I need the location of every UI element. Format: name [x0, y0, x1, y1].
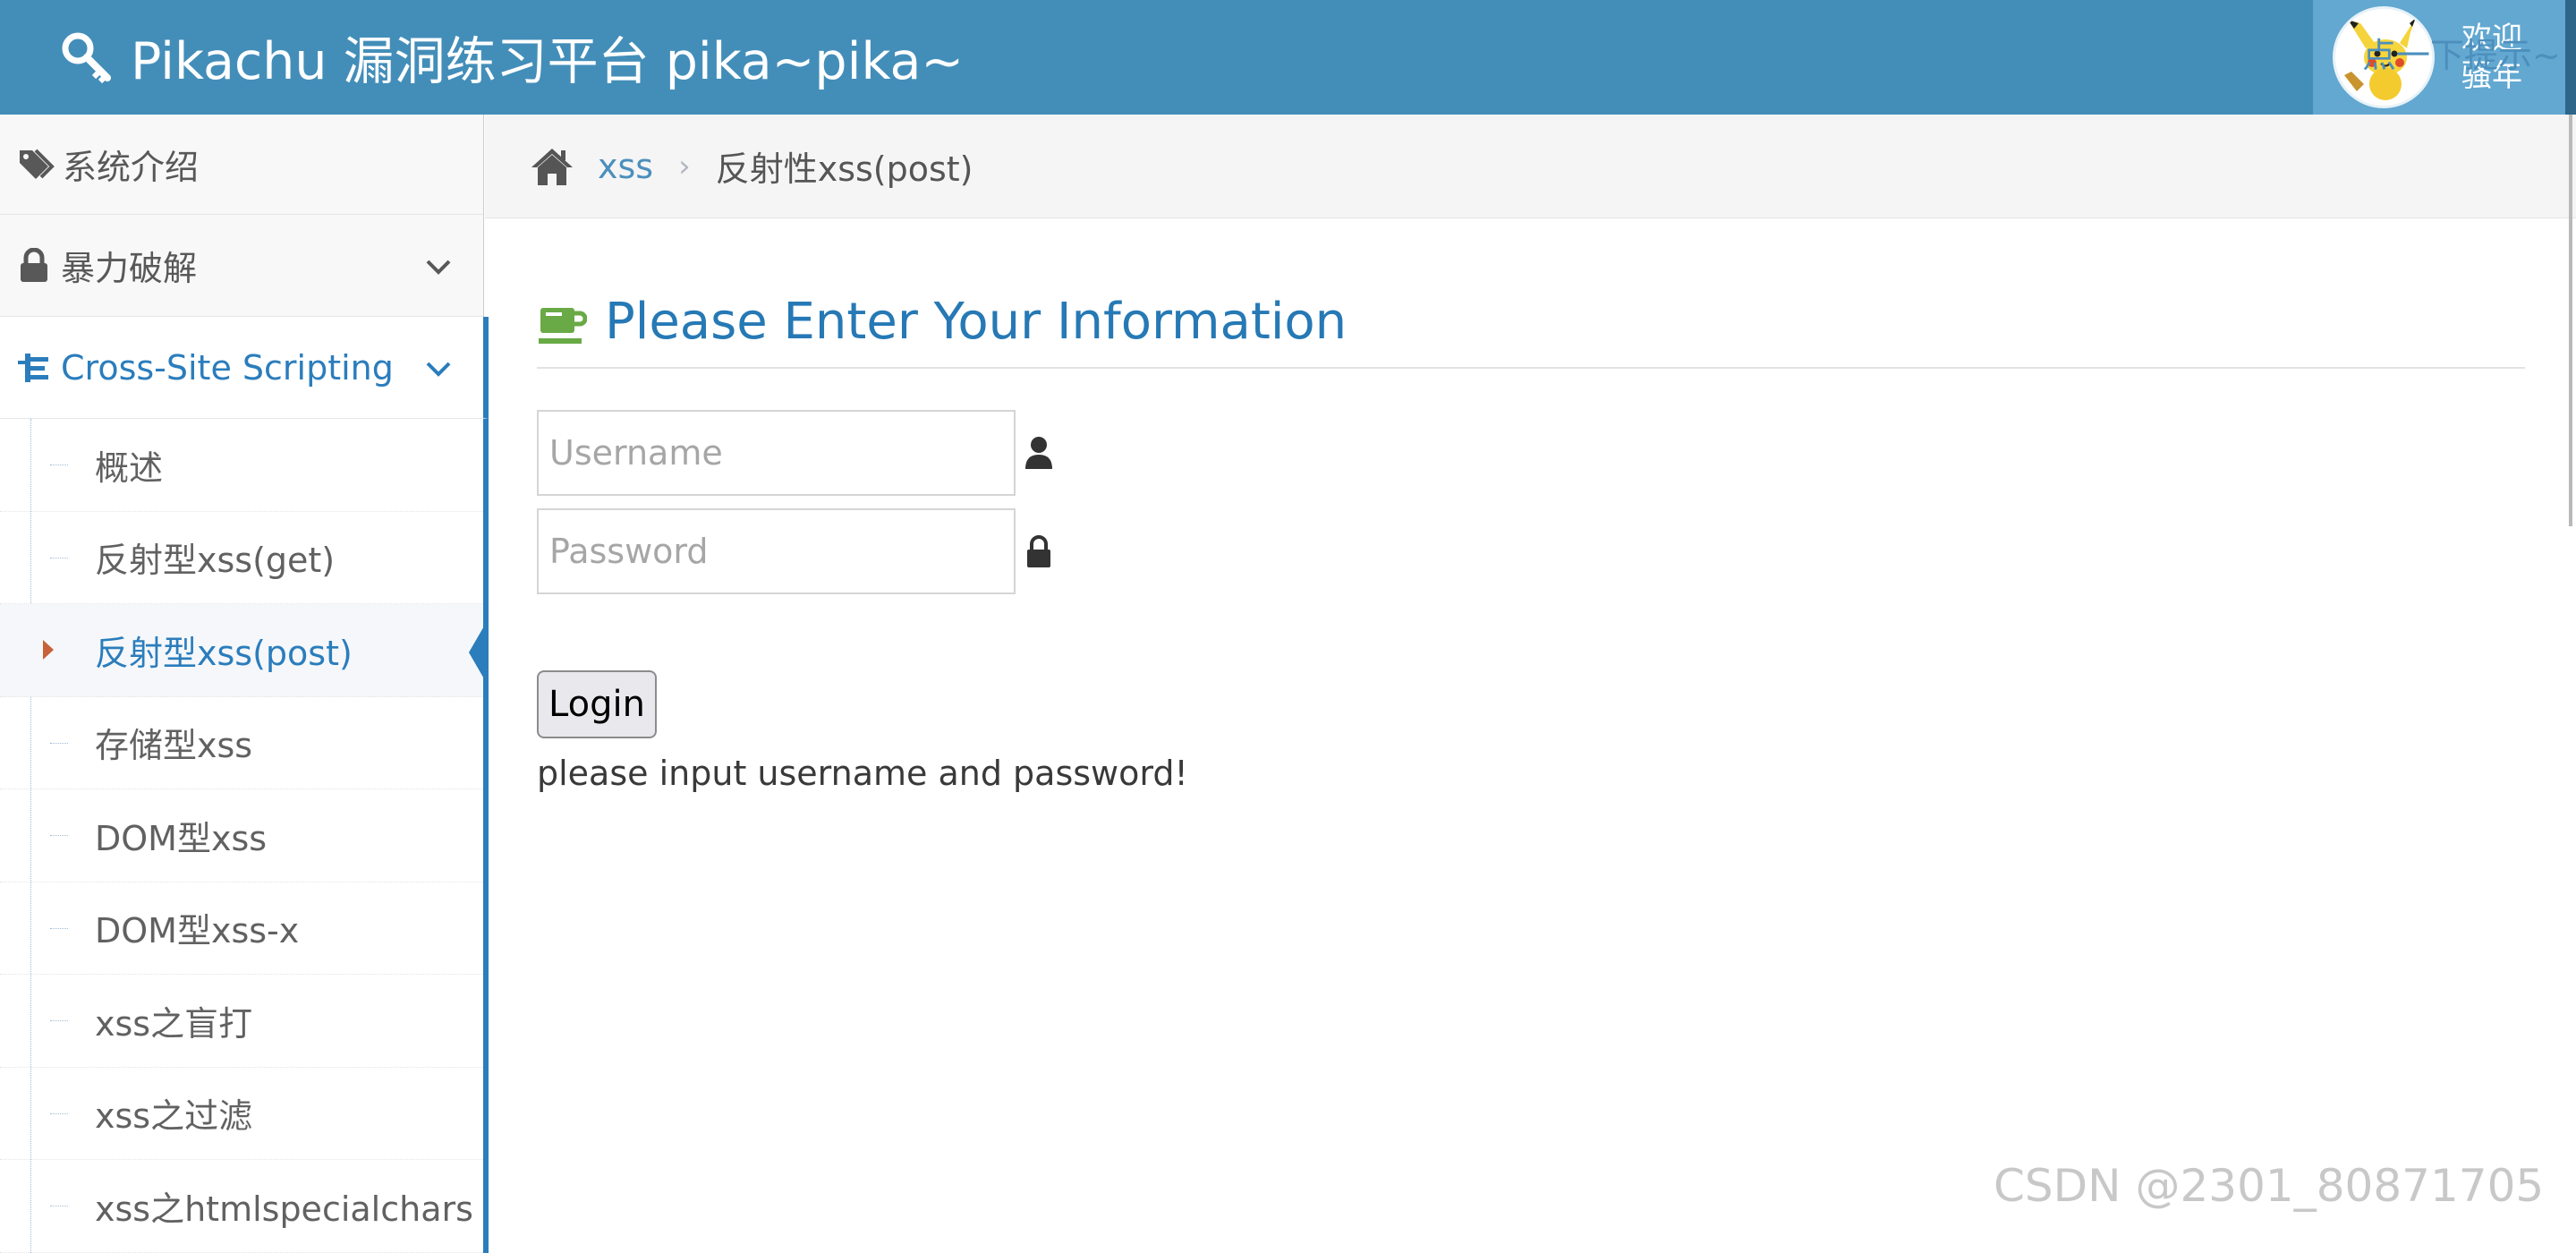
brand[interactable]: Pikachu 漏洞练习平台 pika~pika~	[61, 0, 964, 115]
password-input[interactable]	[537, 508, 1016, 594]
watermark: CSDN @2301_80871705	[1994, 1160, 2545, 1212]
submenu-item-dom-x[interactable]: DOM型xss-x	[0, 882, 483, 975]
page-title: Please Enter Your Information	[605, 293, 1348, 351]
home-icon[interactable]	[530, 146, 574, 187]
active-pointer	[469, 618, 489, 686]
submenu-item-label: xss之过滤	[95, 1096, 253, 1137]
navbar-edge	[2565, 0, 2576, 115]
key-icon	[61, 31, 113, 83]
submenu-item-label: DOM型xss	[95, 818, 268, 858]
breadcrumb-current: 反射性xss(post)	[715, 149, 973, 189]
sitemap-icon	[16, 350, 52, 386]
submenu-item-reflected-get[interactable]: 反射型xss(get)	[0, 512, 483, 604]
lock-icon	[1025, 533, 1056, 569]
submenu-item-label: 反射型xss(post)	[95, 633, 353, 673]
submenu-item-filter[interactable]: xss之过滤	[0, 1068, 483, 1160]
sidebar-group-label: Cross-Site Scripting	[61, 347, 394, 388]
submenu-item-label: xss之盲打	[95, 1003, 253, 1044]
sidebar: 系统介绍 暴力破解 Cross-Site Scripting 概述 反射型xss…	[0, 115, 489, 1253]
breadcrumb-link-xss[interactable]: xss	[598, 147, 653, 186]
chevron-down-icon	[422, 353, 455, 385]
brand-title: Pikachu 漏洞练习平台 pika~pika~	[131, 32, 965, 91]
sidebar-group-label: 暴力破解	[61, 249, 198, 288]
sidebar-item-intro[interactable]: 系统介绍	[0, 115, 483, 215]
submenu-item-label: 反射型xss(get)	[95, 541, 336, 581]
submenu-item-label: 概述	[95, 448, 164, 488]
submenu-item-label: DOM型xss-x	[95, 911, 300, 951]
submenu-item-htmlspecialchars[interactable]: xss之htmlspecialchars	[0, 1160, 483, 1253]
scrollbar[interactable]	[2569, 115, 2572, 526]
submenu-item-blind[interactable]: xss之盲打	[0, 975, 483, 1068]
sidebar-item-label: 系统介绍	[63, 148, 200, 187]
username-input[interactable]	[537, 410, 1016, 496]
breadcrumb-separator: ›	[678, 148, 691, 184]
tags-icon	[16, 143, 59, 186]
hint-link[interactable]: 点一下提示~	[2362, 0, 2561, 104]
status-message: please input username and password!	[537, 754, 1188, 793]
coffee-icon	[537, 299, 587, 349]
sidebar-group-xss[interactable]: Cross-Site Scripting	[0, 317, 489, 419]
xss-submenu: 概述 反射型xss(get) 反射型xss(post) 存储型xss DOM型x…	[0, 419, 489, 1253]
caret-right-icon	[43, 640, 54, 660]
user-icon	[1024, 435, 1054, 471]
breadcrumb: xss › 反射性xss(post)	[485, 115, 2576, 218]
submenu-item-label: xss之htmlspecialchars	[95, 1189, 473, 1229]
page-header: Please Enter Your Information	[537, 288, 2525, 369]
sidebar-group-brute-force[interactable]: 暴力破解	[0, 215, 483, 317]
login-button[interactable]: Login	[537, 670, 657, 738]
submenu-item-reflected-post[interactable]: 反射型xss(post)	[0, 604, 489, 697]
submenu-item-overview[interactable]: 概述	[0, 419, 483, 512]
submenu-item-stored[interactable]: 存储型xss	[0, 697, 483, 789]
lock-icon	[16, 247, 52, 284]
chevron-down-icon	[422, 251, 455, 283]
top-navbar: Pikachu 漏洞练习平台 pika~pika~ 欢迎 骚年	[0, 0, 2576, 115]
submenu-item-label: 存储型xss	[95, 726, 253, 766]
submenu-item-dom[interactable]: DOM型xss	[0, 789, 483, 882]
